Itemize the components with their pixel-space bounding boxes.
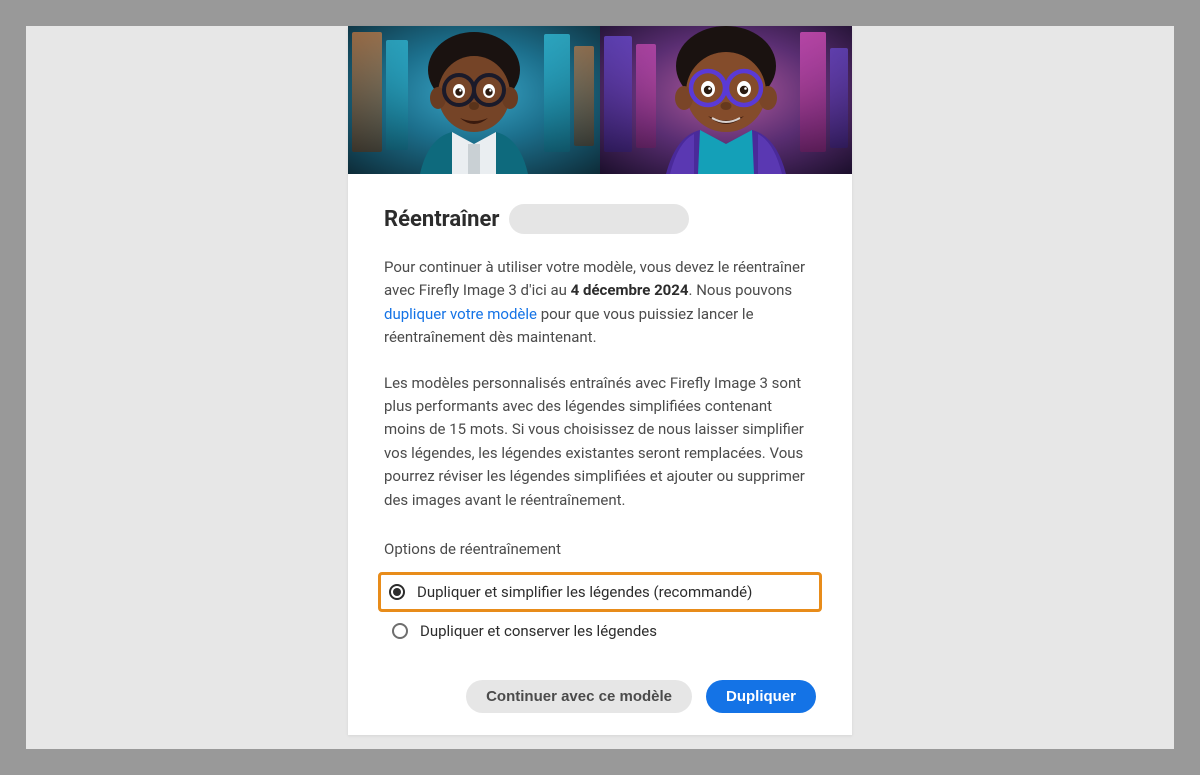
dialog-content: Réentraîner Pour continuer à utiliser vo…: [348, 174, 852, 735]
duplicate-button[interactable]: Dupliquer: [706, 680, 816, 713]
description-paragraph-2: Les modèles personnalisés entraînés avec…: [384, 372, 816, 512]
description-paragraph-1: Pour continuer à utiliser votre modèle, …: [384, 256, 816, 350]
radio-option-simplify[interactable]: Dupliquer et simplifier les légendes (re…: [378, 572, 822, 612]
dialog-title: Réentraîner: [384, 207, 499, 232]
p1-text-b: . Nous pouvons: [689, 281, 793, 299]
title-row: Réentraîner: [384, 204, 816, 234]
hero-image-right: [600, 26, 852, 174]
deadline-date: 4 décembre 2024: [571, 281, 689, 299]
button-row: Continuer avec ce modèle Dupliquer: [384, 680, 816, 717]
radio-icon: [389, 584, 405, 600]
hero-image-row: [348, 26, 852, 174]
model-name-placeholder: [509, 204, 689, 234]
radio-label: Dupliquer et simplifier les légendes (re…: [417, 583, 752, 601]
hero-image-left: [348, 26, 600, 174]
options-heading: Options de réentraînement: [384, 540, 816, 558]
outer-frame: Réentraîner Pour continuer à utiliser vo…: [26, 26, 1174, 749]
continue-button[interactable]: Continuer avec ce modèle: [466, 680, 692, 713]
retrain-dialog: Réentraîner Pour continuer à utiliser vo…: [348, 26, 852, 735]
radio-label: Dupliquer et conserver les légendes: [420, 622, 657, 640]
radio-icon: [392, 623, 408, 639]
duplicate-model-link[interactable]: dupliquer votre modèle: [384, 305, 537, 323]
radio-option-keep[interactable]: Dupliquer et conserver les légendes: [384, 612, 816, 650]
